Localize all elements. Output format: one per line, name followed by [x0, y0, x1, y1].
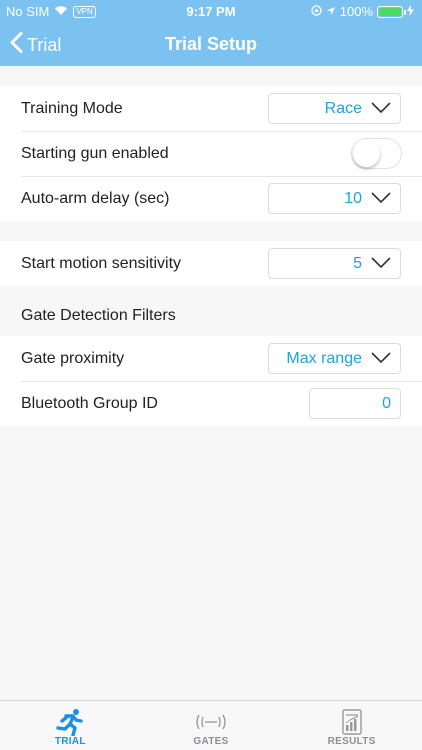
gate-proximity-row: Gate proximity Max range: [0, 336, 422, 381]
battery-percent: 100%: [339, 4, 373, 19]
tab-trial-label: TRIAL: [54, 736, 86, 747]
bluetooth-group-input[interactable]: 0: [309, 388, 401, 419]
status-bar: No SIM VPN 9:17 PM 100%: [0, 0, 422, 22]
chevron-down-icon: [371, 102, 391, 114]
gates-icon: [194, 708, 228, 736]
training-mode-value: Race: [324, 99, 362, 117]
page-title: Trial Setup: [164, 34, 258, 54]
chevron-down-icon: [371, 192, 391, 204]
training-mode-row: Training Mode Race: [0, 86, 422, 131]
sensitivity-section: Start motion sensitivity 5: [0, 241, 422, 286]
tab-bar: TRIAL GATES RESULTS: [0, 700, 422, 750]
tab-gates-label: GATES: [193, 736, 229, 747]
gate-filters-header: Gate Detection Filters: [21, 307, 176, 324]
toggle-knob: [353, 140, 380, 167]
runner-icon: [54, 708, 86, 736]
start-motion-sensitivity-value: 5: [353, 254, 362, 272]
chevron-down-icon: [371, 352, 391, 364]
location-icon: [326, 4, 336, 19]
auto-arm-delay-row: Auto-arm delay (sec) 10: [0, 176, 422, 221]
starting-gun-toggle[interactable]: [351, 138, 402, 169]
gate-proximity-value: Max range: [286, 349, 362, 367]
start-motion-sensitivity-dropdown[interactable]: 5: [268, 248, 401, 279]
tab-results-label: RESULTS: [327, 736, 376, 747]
chevron-down-icon: [371, 257, 391, 269]
start-motion-sensitivity-row: Start motion sensitivity 5: [0, 241, 422, 286]
gate-filters-section: Gate proximity Max range Bluetooth Group…: [0, 336, 422, 426]
tab-trial[interactable]: TRIAL: [0, 701, 141, 750]
trial-settings-section: Training Mode Race Starting gun enabled …: [0, 86, 422, 221]
battery-icon: [377, 5, 406, 18]
starting-gun-label: Starting gun enabled: [21, 144, 169, 162]
bluetooth-group-label: Bluetooth Group ID: [21, 394, 158, 412]
auto-arm-delay-value: 10: [344, 189, 362, 207]
tab-results[interactable]: RESULTS: [281, 701, 422, 750]
auto-arm-delay-label: Auto-arm delay (sec): [21, 189, 170, 207]
orientation-lock-icon: [311, 4, 322, 19]
bluetooth-group-row: Bluetooth Group ID 0: [0, 381, 422, 426]
tab-gates[interactable]: GATES: [141, 701, 282, 750]
training-mode-dropdown[interactable]: Race: [268, 93, 401, 124]
start-motion-sensitivity-label: Start motion sensitivity: [21, 254, 182, 272]
gate-proximity-label: Gate proximity: [21, 349, 125, 367]
gate-proximity-dropdown[interactable]: Max range: [268, 343, 401, 374]
starting-gun-row: Starting gun enabled: [0, 131, 422, 176]
auto-arm-delay-dropdown[interactable]: 10: [268, 183, 401, 214]
training-mode-label: Training Mode: [21, 99, 123, 117]
status-right: 100%: [311, 4, 414, 19]
charging-icon: [407, 4, 414, 19]
navigation-bar: Trial Trial Setup: [0, 22, 422, 66]
results-icon: [341, 708, 363, 736]
